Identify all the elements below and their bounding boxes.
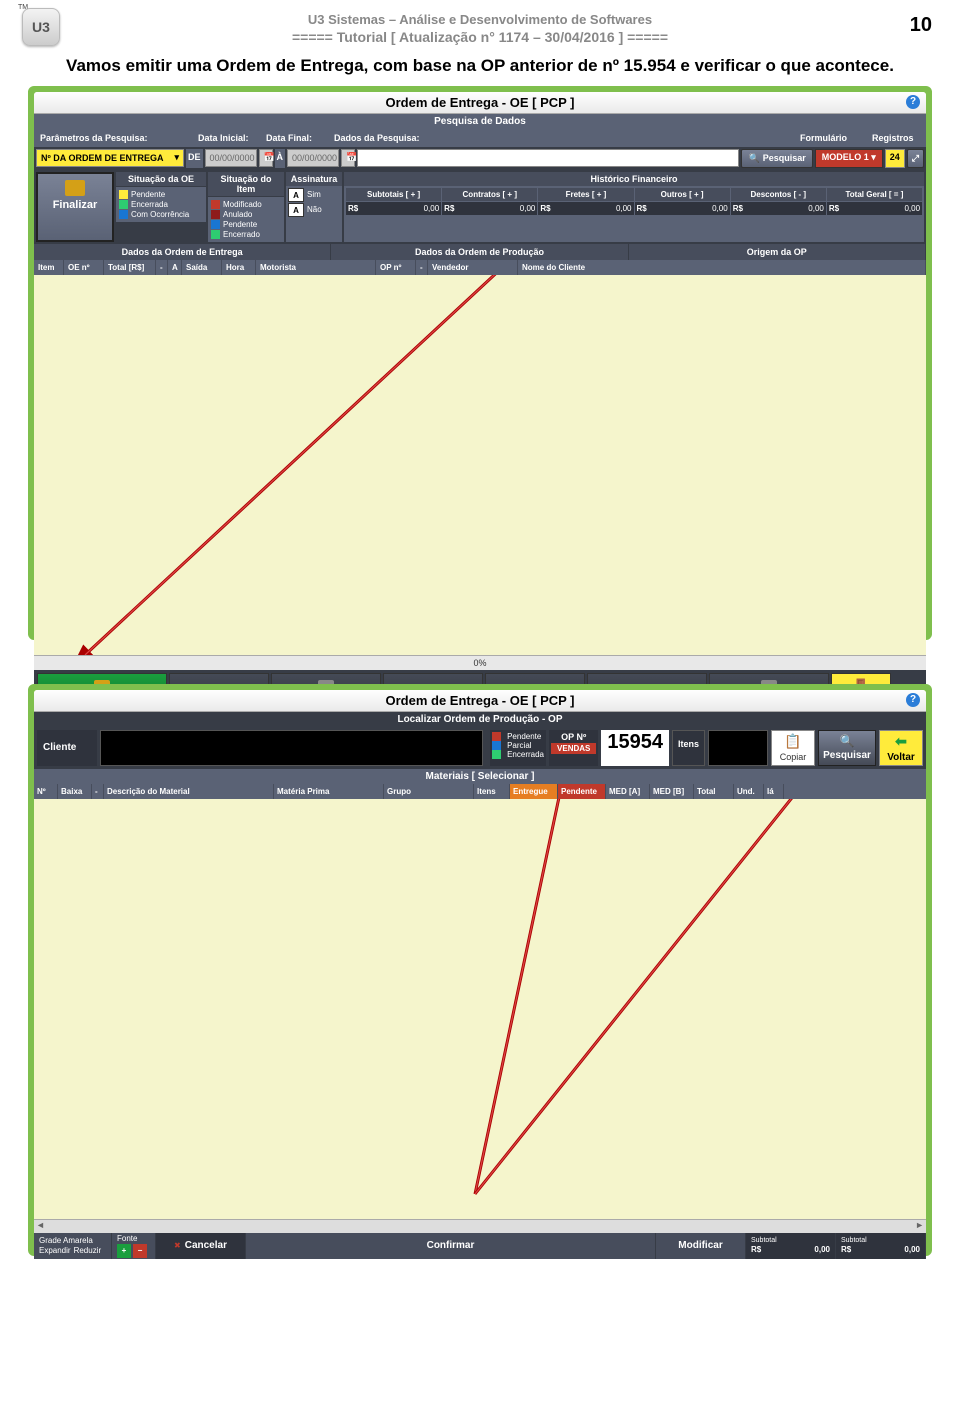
- registros-count: 24: [885, 149, 905, 168]
- legend-status-op: PendenteParcialEncerrada: [490, 730, 546, 766]
- horizontal-scrollbar[interactable]: [34, 1219, 926, 1233]
- param-select[interactable]: Nº DA ORDEM DE ENTREGA▾: [36, 149, 184, 167]
- annotation-arrow-1: [34, 275, 926, 655]
- lbl-data-ini: Data Inicial:: [194, 131, 260, 145]
- screenshot-1: Ordem de Entrega - OE [ PCP ] ? Pesquisa…: [28, 86, 932, 640]
- assinatura-header: Assinatura: [286, 172, 342, 186]
- legend-oe: PendenteEncerradaCom Ocorrência: [116, 187, 206, 222]
- cliente-input[interactable]: [100, 730, 483, 766]
- font-plus-button[interactable]: +: [117, 1244, 131, 1258]
- search-input[interactable]: [357, 149, 739, 167]
- op-n-label: OP Nº: [561, 732, 586, 742]
- date-from-picker[interactable]: 📅: [259, 149, 273, 167]
- copy-icon: 📋: [784, 733, 801, 750]
- finalizar-icon: [65, 180, 85, 196]
- fonte-label: Fonte: [117, 1234, 150, 1243]
- date-from[interactable]: 00/00/0000: [205, 149, 257, 167]
- assin-a-nao[interactable]: A: [288, 203, 304, 217]
- materiais-strip: Materiais [ Selecionar ]: [34, 769, 926, 784]
- subtotal-label-1: Subtotal: [751, 1237, 830, 1244]
- vendas-badge: VENDAS: [551, 743, 596, 754]
- lbl-dados: Dados da Pesquisa:: [330, 131, 726, 145]
- hist-fin-header: Histórico Financeiro: [344, 172, 924, 186]
- lbl-formulario: Formulário: [796, 131, 866, 145]
- help-icon-2[interactable]: ?: [906, 693, 920, 707]
- modelo-select[interactable]: MODELO 1 ▾: [815, 149, 883, 168]
- search-strip-title: Pesquisa de Dados: [34, 114, 926, 129]
- assin-a-sim[interactable]: A: [288, 188, 304, 202]
- sit-oe-header: Situação da OE: [116, 172, 206, 186]
- legend-item: ModificadoAnuladoPendenteEncerrado: [208, 197, 284, 242]
- subtotal-label-2: Subtotal: [841, 1237, 920, 1244]
- reduzir-button[interactable]: Reduzir: [74, 1246, 102, 1255]
- date-to-picker[interactable]: 📅: [341, 149, 355, 167]
- font-minus-button[interactable]: −: [133, 1244, 147, 1258]
- copiar-button[interactable]: 📋Copiar: [771, 730, 815, 766]
- modificar-button[interactable]: Modificar: [656, 1233, 746, 1259]
- help-icon[interactable]: ?: [906, 95, 920, 109]
- page-number: 10: [910, 14, 932, 37]
- screenshot-2: Ordem de Entrega - OE [ PCP ] ? Localiza…: [28, 684, 932, 1256]
- cliente-label: Cliente: [37, 730, 97, 766]
- window-title-2: Ordem de Entrega - OE [ PCP ] ?: [34, 690, 926, 712]
- pesquisar-button[interactable]: 🔍Pesquisar: [741, 149, 812, 168]
- lbl-registros: Registros: [868, 131, 924, 145]
- sit-item-header: Situação do Item: [208, 172, 284, 196]
- confirmar-button[interactable]: Confirmar: [246, 1233, 656, 1259]
- op-number-input[interactable]: 15954: [601, 730, 669, 766]
- date-to[interactable]: 00/00/0000: [287, 149, 339, 167]
- lbl-data-fin: Data Final:: [262, 131, 328, 145]
- expand-button[interactable]: ⤢: [907, 149, 924, 168]
- de-label: DE: [186, 149, 203, 168]
- finalizar-button[interactable]: Finalizar: [36, 172, 114, 242]
- pesquisar-button-2[interactable]: 🔍Pesquisar: [818, 730, 876, 766]
- expandir-button[interactable]: Expandir: [39, 1246, 71, 1255]
- progress-bar: 0%: [34, 655, 926, 670]
- hdr-company: U3 Sistemas – Análise e Desenvolvimento …: [28, 12, 932, 27]
- a-label: À: [275, 149, 286, 168]
- lbl-parametros: Parâmetros da Pesquisa:: [36, 131, 192, 145]
- grid-body[interactable]: [34, 275, 926, 655]
- itens-input[interactable]: [708, 730, 768, 766]
- grade-label: Grade Amarela: [39, 1236, 106, 1245]
- hdr-tutorial: ===== Tutorial [ Atualização n° 1174 – 3…: [28, 29, 932, 45]
- cancelar-button[interactable]: ✖Cancelar: [156, 1233, 246, 1259]
- intro-text: Vamos emitir uma Ordem de Entrega, com b…: [28, 55, 932, 78]
- itens-label: Itens: [672, 730, 705, 766]
- annotation-arrows-2: [34, 799, 926, 1219]
- voltar-button[interactable]: ⬅Voltar: [879, 730, 923, 766]
- grid-body-2[interactable]: [34, 799, 926, 1219]
- locate-op-strip: Localizar Ordem de Produção - OP: [34, 712, 926, 727]
- back-arrow-icon: ⬅: [895, 733, 907, 750]
- u3-logo: [22, 8, 60, 46]
- search-icon: 🔍: [840, 734, 855, 748]
- window-title: Ordem de Entrega - OE [ PCP ] ?: [34, 92, 926, 114]
